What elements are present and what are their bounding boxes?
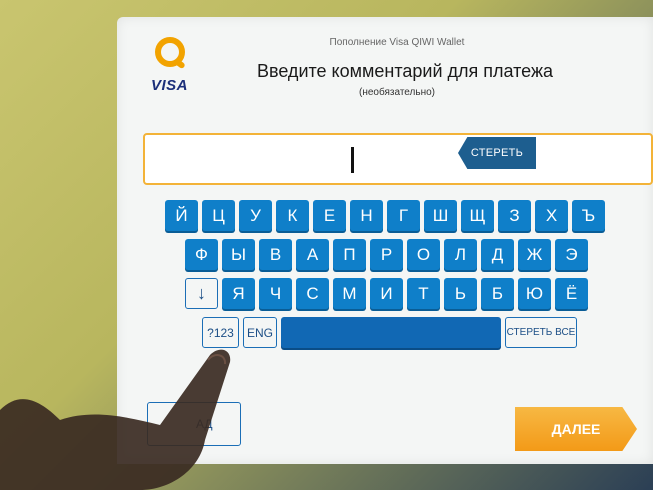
key[interactable]: Ц <box>202 200 235 231</box>
keyboard-row-3: ↓ Я Ч С М И Т Ь Б Ю Ё <box>185 278 588 309</box>
key[interactable]: К <box>276 200 309 231</box>
visa-logo-text: VISA <box>151 77 189 94</box>
key[interactable]: П <box>333 239 366 270</box>
key[interactable]: Н <box>350 200 383 231</box>
key[interactable]: Ж <box>518 239 551 270</box>
key[interactable]: Д <box>481 239 514 270</box>
key[interactable]: Э <box>555 239 588 270</box>
key[interactable]: Г <box>387 200 420 231</box>
key[interactable]: Р <box>370 239 403 270</box>
key[interactable]: И <box>370 278 403 309</box>
key[interactable]: Ё <box>555 278 588 309</box>
page-subtitle: (необязательно) <box>359 87 435 98</box>
key[interactable]: Й <box>165 200 198 231</box>
key[interactable]: Л <box>444 239 477 270</box>
qiwi-visa-logo: VISA <box>141 37 201 105</box>
erase-button[interactable]: СТЕРЕТЬ <box>458 137 536 169</box>
key[interactable]: Ы <box>222 239 255 270</box>
key[interactable]: Ч <box>259 278 292 309</box>
key[interactable]: Ь <box>444 278 477 309</box>
key[interactable]: Е <box>313 200 346 231</box>
key[interactable]: О <box>407 239 440 270</box>
text-cursor <box>351 147 354 173</box>
clear-all-key[interactable]: СТЕРЕТЬ ВСЕ <box>505 317 577 348</box>
key[interactable]: М <box>333 278 366 309</box>
next-button[interactable]: ДАЛЕЕ <box>515 407 637 451</box>
key[interactable]: Я <box>222 278 255 309</box>
comment-input[interactable] <box>143 133 653 185</box>
key[interactable]: Т <box>407 278 440 309</box>
key[interactable]: Х <box>535 200 568 231</box>
service-name: Пополнение Visa QIWI Wallet <box>329 37 465 48</box>
pointing-hand <box>0 349 231 490</box>
keyboard-row-2: Ф Ы В А П Р О Л Д Ж Э <box>185 239 588 270</box>
key[interactable]: Ф <box>185 239 218 270</box>
key[interactable]: Ю <box>518 278 551 309</box>
key[interactable]: Ъ <box>572 200 605 231</box>
key[interactable]: Б <box>481 278 514 309</box>
arrow-down-icon[interactable]: ↓ <box>185 278 218 309</box>
key[interactable]: В <box>259 239 292 270</box>
qiwi-q-icon <box>155 37 185 67</box>
key[interactable]: Ш <box>424 200 457 231</box>
key[interactable]: Щ <box>461 200 494 231</box>
keyboard-row-1: Й Ц У К Е Н Г Ш Щ З Х Ъ <box>165 200 605 231</box>
space-key[interactable] <box>281 317 501 348</box>
key[interactable]: З <box>498 200 531 231</box>
key[interactable]: С <box>296 278 329 309</box>
page-title: Введите комментарий для платежа <box>256 61 554 81</box>
key[interactable]: А <box>296 239 329 270</box>
key[interactable]: У <box>239 200 272 231</box>
